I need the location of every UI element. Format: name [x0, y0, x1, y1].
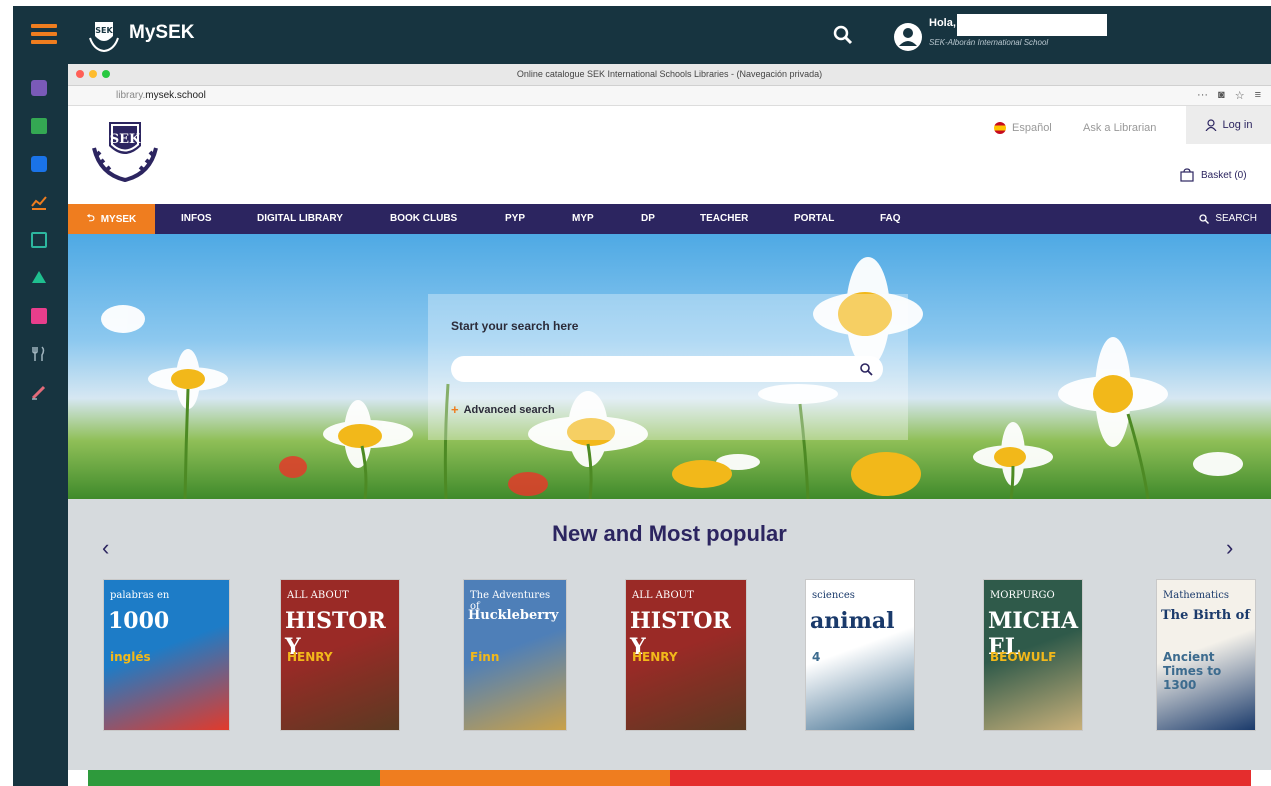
- book-cover[interactable]: sciences animal 4: [805, 579, 915, 731]
- book-cover[interactable]: MORPURGO MICHAEL BEOWULF: [983, 579, 1083, 731]
- search-icon[interactable]: [833, 25, 853, 45]
- browser-menu-icon[interactable]: ≡: [1255, 89, 1261, 102]
- section-title: New and Most popular: [552, 521, 787, 546]
- book-cover[interactable]: palabras en 1000 inglés: [103, 579, 230, 731]
- app-top-bar: SEK MySEK Hola, SEK-Alborán Internationa…: [13, 6, 1271, 64]
- book-big: 1000: [108, 608, 170, 634]
- login-button[interactable]: Log in: [1186, 106, 1271, 144]
- nav-digital-library[interactable]: DIGITAL LIBRARY: [257, 213, 343, 224]
- book-line1: ALL ABOUT: [632, 590, 694, 601]
- book-line1: MORPURGO: [990, 590, 1055, 601]
- login-label: Log in: [1222, 119, 1253, 131]
- bottom-color-strip: [88, 770, 1251, 786]
- teams-app-icon[interactable]: [31, 80, 47, 96]
- window-title: Online catalogue SEK International Schoo…: [516, 69, 823, 79]
- basket-link[interactable]: Basket (0): [1180, 168, 1247, 182]
- book-line2: HENRY: [287, 650, 333, 664]
- left-sidebar: [13, 64, 65, 786]
- redacted-user-name: [957, 14, 1107, 36]
- language-label: Español: [1012, 122, 1052, 134]
- page-actions-icon[interactable]: ···: [1197, 89, 1208, 102]
- chart-app-icon[interactable]: [31, 194, 47, 210]
- sek-crest-icon: SEK: [89, 22, 119, 53]
- nav-teacher[interactable]: TEACHER: [700, 213, 748, 224]
- book-line1: sciences: [812, 590, 855, 601]
- plus-icon: +: [451, 402, 459, 417]
- book-big: The Birth of: [1161, 608, 1250, 623]
- menu-icon[interactable]: [31, 24, 57, 44]
- book-line2: inglés: [110, 650, 151, 664]
- brand-name[interactable]: MySEK: [129, 22, 194, 44]
- browser-window: Online catalogue SEK International Schoo…: [68, 64, 1271, 786]
- calendar-app-icon[interactable]: [31, 308, 47, 324]
- book-line2: Finn: [470, 650, 500, 664]
- user-avatar-icon[interactable]: [893, 22, 923, 52]
- strip-segment-green[interactable]: [88, 770, 380, 786]
- sek-logo[interactable]: SEK: [86, 118, 164, 186]
- back-arrow-icon: ⮌: [86, 212, 95, 224]
- book-cover[interactable]: The Adventures of Huckleberry Finn: [463, 579, 567, 731]
- search-panel-title: Start your search here: [451, 319, 579, 333]
- pencil-icon[interactable]: [31, 384, 47, 400]
- svg-text:SEK: SEK: [95, 26, 113, 35]
- book-cover[interactable]: ALL ABOUT HISTORY HENRY: [280, 579, 400, 731]
- strip-segment-red[interactable]: [670, 770, 1251, 786]
- nav-mysek-label: MYSEK: [100, 213, 137, 225]
- schedule-app-icon[interactable]: [31, 232, 47, 248]
- book-line1: Mathematics: [1163, 590, 1229, 601]
- browser-titlebar: Online catalogue SEK International Schoo…: [68, 64, 1271, 86]
- nav-myp[interactable]: MYP: [572, 213, 594, 224]
- basket-icon: [1180, 168, 1194, 182]
- pocket-icon[interactable]: ◙: [1218, 89, 1225, 102]
- app-frame: SEK MySEK Hola, SEK-Alborán Internationa…: [13, 6, 1271, 786]
- site-header: SEK Español Ask a Librarian Log in Baske…: [68, 106, 1271, 204]
- carousel-prev-icon[interactable]: ‹: [102, 535, 109, 561]
- bookmark-star-icon[interactable]: ☆: [1235, 89, 1245, 102]
- nav-faq[interactable]: FAQ: [880, 213, 901, 224]
- nav-search-label: SEARCH: [1215, 213, 1257, 224]
- book-big: animal: [810, 608, 895, 634]
- book-line2: Ancient Times to 1300: [1163, 650, 1222, 692]
- search-icon: [1199, 213, 1210, 224]
- nav-infos[interactable]: INFOS: [181, 213, 212, 224]
- book-cover[interactable]: ALL ABOUT HISTORY HENRY: [625, 579, 747, 731]
- hero-banner: Start your search here + Advanced search: [68, 234, 1271, 499]
- book-cover[interactable]: Mathematics The Birth of Ancient Times to …: [1156, 579, 1256, 731]
- book-big: Huckleberry: [468, 608, 559, 623]
- url-text[interactable]: library.mysek.school: [116, 90, 206, 101]
- svg-text:SEK: SEK: [110, 132, 141, 147]
- advanced-search-link[interactable]: + Advanced search: [451, 402, 555, 417]
- nav-book-clubs[interactable]: BOOK CLUBS: [390, 213, 457, 224]
- carousel-next-icon[interactable]: ›: [1226, 535, 1233, 561]
- search-icon[interactable]: [859, 362, 873, 376]
- advanced-search-label: Advanced search: [463, 404, 555, 416]
- address-bar[interactable]: library.mysek.school ··· ◙ ☆ ≡: [68, 86, 1271, 106]
- book-line1: palabras en: [110, 590, 170, 601]
- catalogue-search-input[interactable]: [451, 356, 883, 382]
- book-line2: BEOWULF: [990, 650, 1057, 664]
- drive-app-icon[interactable]: [31, 270, 47, 286]
- spain-flag-icon: [994, 122, 1006, 134]
- school-name: SEK-Alborán International School: [929, 38, 1049, 47]
- book-line2: 4: [812, 650, 821, 664]
- cutlery-icon[interactable]: [31, 346, 47, 362]
- popular-section: New and Most popular ‹ › palabras en 1000…: [68, 499, 1271, 770]
- nav-portal[interactable]: PORTAL: [794, 213, 834, 224]
- strip-segment-orange[interactable]: [380, 770, 670, 786]
- outlook-app-icon[interactable]: [31, 156, 47, 172]
- user-icon: [1205, 119, 1216, 131]
- language-selector[interactable]: Español: [994, 122, 1052, 134]
- nav-search[interactable]: SEARCH: [1199, 213, 1257, 224]
- ask-librarian-link[interactable]: Ask a Librarian: [1083, 122, 1156, 134]
- nav-mysek[interactable]: ⮌ MYSEK: [68, 204, 155, 234]
- search-panel: Start your search here + Advanced search: [428, 294, 908, 440]
- basket-label: Basket (0): [1201, 169, 1247, 181]
- classroom-app-icon[interactable]: [31, 118, 47, 134]
- book-line2: HENRY: [632, 650, 678, 664]
- nav-dp[interactable]: DP: [641, 213, 655, 224]
- greeting: Hola,: [929, 17, 956, 29]
- main-navigation: ⮌ MYSEK INFOS DIGITAL LIBRARY BOOK CLUBS…: [68, 204, 1271, 234]
- book-line1: ALL ABOUT: [287, 590, 349, 601]
- nav-pyp[interactable]: PYP: [505, 213, 525, 224]
